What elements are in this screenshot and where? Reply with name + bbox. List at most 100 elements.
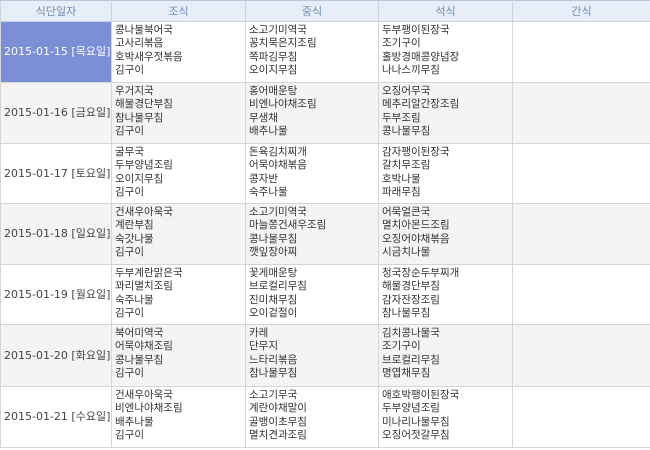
menu-item: 어묵야채조림 [115, 340, 173, 353]
table-row[interactable]: 2015-01-16 [금요일] 우거지국 해물경단부침 참나물무침 김구이 홍어매운탕 비… [0, 82, 650, 144]
lunch-cell: 소고기미역국 마늘쫑건새우조림 콩나물무침 깻잎장아찌 [245, 203, 379, 265]
table-row[interactable]: 2015-01-18 [일요일] 건새우아욱국 계란부침 숙갓나물 김구이 소고기미역국 마… [0, 203, 650, 265]
date-cell[interactable]: 2015-01-20 [화요일] [0, 324, 112, 387]
menu-item: 오징어무국 [382, 85, 431, 97]
header-lunch[interactable]: 중식 [245, 0, 379, 22]
table-row[interactable]: 2015-01-21 [수요일] 건새우아욱국 비엔나야채조림 배추나물 김구이 소고기무… [0, 386, 650, 448]
menu-item: 콩나물무침 [115, 353, 164, 366]
menu-item: 참나물무침 [382, 307, 431, 320]
menu-item: 계란부침 [115, 219, 154, 232]
dinner-cell: 어묵얼큰국 멸치아몬드조림 오징어야채볶음 시금치나물 [378, 203, 513, 265]
menu-item: 꽁치묵은지조림 [249, 37, 317, 50]
menu-item: 브로컬리무침 [249, 280, 307, 293]
menu-item: 조기구이 [382, 37, 421, 50]
menu-item: 오징어야채볶음 [382, 232, 450, 245]
breakfast-cell: 우거지국 해물경단부침 참나물무침 김구이 [111, 82, 246, 144]
menu-item: 비엔나야채조림 [115, 402, 183, 415]
dinner-cell: 오징어무국 메추리알간장조림 두부조림 콩나물무침 [378, 82, 513, 144]
lunch-cell: 돈육김치찌개 어묵야채볶음 콩자반 숙주나물 [245, 143, 379, 204]
menu-item: 김구이 [115, 64, 144, 77]
menu-item: 콩나물무침 [382, 125, 431, 138]
menu-item: 해물경단부침 [382, 280, 440, 293]
menu-item: 배추나물 [249, 125, 288, 138]
header-dinner[interactable]: 석식 [378, 0, 513, 22]
breakfast-cell: 굴무국 두부양념조림 오이지무침 김구이 [111, 143, 246, 204]
menu-item: 진미채무침 [249, 293, 298, 306]
date-cell[interactable]: 2015-01-16 [금요일] [0, 82, 112, 144]
menu-item: 숙주나물 [115, 293, 154, 306]
menu-item: 홍어매운탕 [249, 85, 298, 97]
menu-item: 시금치나물 [382, 246, 431, 259]
menu-item: 소고기미역국 [249, 24, 307, 36]
menu-item: 깻잎장아찌 [249, 246, 298, 259]
menu-item: 조기구이 [382, 340, 421, 353]
lunch-cell: 소고기미역국 꽁치묵은지조림 쪽파김무침 오이지무침 [245, 21, 379, 83]
breakfast-cell: 두부계란맑은국 꽈리멸치조림 숙주나물 김구이 [111, 264, 246, 325]
date-cell[interactable]: 2015-01-15 [목요일] [0, 21, 112, 83]
menu-item: 어묵야채볶음 [249, 159, 307, 172]
menu-item: 두부양념조림 [382, 402, 440, 415]
menu-item: 카레 [249, 327, 269, 339]
snack-cell [512, 82, 650, 144]
snack-cell [512, 386, 650, 448]
menu-item: 오이지무침 [115, 172, 164, 185]
menu-item: 호박나물 [382, 172, 421, 185]
menu-item: 파래무침 [382, 186, 421, 199]
menu-item: 두부양념조림 [115, 159, 173, 172]
menu-item: 콩나물북어국 [115, 24, 173, 36]
date-cell[interactable]: 2015-01-17 [토요일] [0, 143, 112, 204]
menu-item: 오징어젓갈무침 [382, 429, 450, 442]
menu-item: 건새우아욱국 [115, 389, 173, 401]
menu-item: 골뱅이초무침 [249, 415, 307, 428]
menu-item: 북어미역국 [115, 327, 164, 339]
table-row[interactable]: 2015-01-17 [토요일] 굴무국 두부양념조림 오이지무침 김구이 돈육김치찌개 어… [0, 143, 650, 204]
menu-item: 고사리볶음 [115, 37, 164, 50]
menu-item: 쪽파김무침 [249, 50, 298, 63]
menu-item: 굴무국 [115, 146, 144, 158]
menu-item: 숙갓나물 [115, 232, 154, 245]
dinner-cell: 청국장순두부찌개 해물경단부침 감자잔장조림 참나물무침 [378, 264, 513, 325]
menu-item: 김구이 [115, 429, 144, 442]
table-row[interactable]: 2015-01-20 [화요일] 북어미역국 어묵야채조림 콩나물무침 김구이 카레 단무지… [0, 324, 650, 387]
date-cell[interactable]: 2015-01-19 [월요일] [0, 264, 112, 325]
menu-item: 꽈리멸치조림 [115, 280, 173, 293]
snack-cell [512, 143, 650, 204]
menu-item: 두부팽이된장국 [382, 24, 450, 36]
breakfast-cell: 건새우아욱국 비엔나야채조림 배추나물 김구이 [111, 386, 246, 448]
snack-cell [512, 264, 650, 325]
header-snack[interactable]: 간식 [512, 0, 650, 22]
lunch-cell: 꽃게매운탕 브로컬리무침 진미채무침 오이겉절이 [245, 264, 379, 325]
menu-item: 김치콩나물국 [382, 327, 440, 339]
menu-item: 두부조림 [382, 111, 421, 124]
menu-item: 두부계란맑은국 [115, 267, 183, 279]
menu-item: 오이겉절이 [249, 307, 298, 320]
date-cell[interactable]: 2015-01-21 [수요일] [0, 386, 112, 448]
table-body: 2015-01-15 [목요일] 콩나물북어국 고사리볶음 호박새우젓볶음 김구이 소고기… [0, 21, 650, 448]
table-row[interactable]: 2015-01-19 [월요일] 두부계란맑은국 꽈리멸치조림 숙주나물 김구이 꽃게매운… [0, 264, 650, 325]
menu-item: 소고기미역국 [249, 206, 307, 218]
header-breakfast[interactable]: 조식 [111, 0, 246, 22]
dinner-cell: 두부팽이된장국 조기구이 홀방경매콩양념장 나나스끼무침 [378, 21, 513, 83]
breakfast-cell: 건새우아욱국 계란부침 숙갓나물 김구이 [111, 203, 246, 265]
menu-item: 단무지 [249, 340, 278, 353]
date-cell[interactable]: 2015-01-18 [일요일] [0, 203, 112, 265]
dinner-cell: 애호박팽이된장국 두부양념조림 미나리나물무침 오징어젓갈무침 [378, 386, 513, 448]
lunch-cell: 홍어매운탕 비엔나야채조림 무생채 배추나물 [245, 82, 379, 144]
menu-item: 느타리볶음 [249, 353, 298, 366]
menu-item: 돈육김치찌개 [249, 146, 307, 158]
snack-cell [512, 21, 650, 83]
lunch-cell: 카레 단무지 느타리볶음 참나물무침 [245, 324, 379, 387]
menu-item: 브로컬리무침 [382, 353, 440, 366]
menu-item: 멸치견과조림 [249, 429, 307, 442]
header-date[interactable]: 식단일자 [0, 0, 112, 22]
menu-item: 건새우아욱국 [115, 206, 173, 218]
menu-item: 어묵얼큰국 [382, 206, 431, 218]
menu-item: 갈치무조림 [382, 159, 431, 172]
menu-item: 무생채 [249, 111, 278, 124]
menu-item: 해물경단부침 [115, 98, 173, 111]
lunch-cell: 소고기무국 계란야채말이 골뱅이초무침 멸치견과조림 [245, 386, 379, 448]
table-row[interactable]: 2015-01-15 [목요일] 콩나물북어국 고사리볶음 호박새우젓볶음 김구이 소고기… [0, 21, 650, 83]
menu-item: 미나리나물무침 [382, 415, 450, 428]
menu-item: 마늘쫑건새우조림 [249, 219, 327, 232]
menu-item: 콩자반 [249, 172, 278, 185]
